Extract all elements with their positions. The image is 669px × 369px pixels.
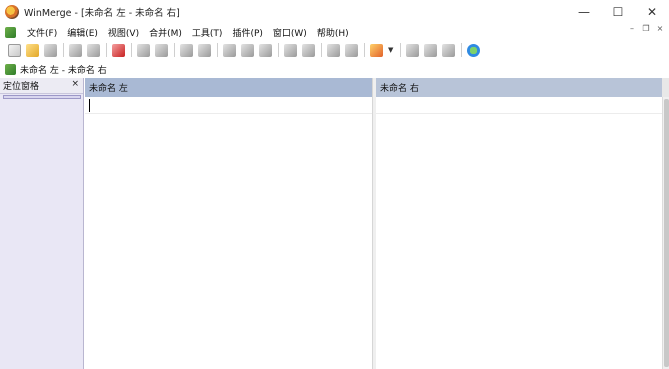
toolbar-separator [364, 43, 365, 57]
minimize-button[interactable]: — [567, 0, 601, 24]
toolbar-separator [106, 43, 107, 57]
mdi-restore-button[interactable]: ❐ [639, 24, 653, 33]
toolbar: ▼ [0, 40, 669, 60]
menu-file[interactable]: 文件(F) [22, 26, 62, 39]
copy-left-advance-icon[interactable] [302, 43, 315, 57]
scrollbar-header-filler [662, 78, 669, 97]
toolbar-separator [321, 43, 322, 57]
document-tab-bar: 未命名 左 - 未命名 右 [0, 60, 669, 78]
right-pane-icon[interactable] [424, 43, 438, 57]
toolbar-separator [217, 43, 218, 57]
location-pane: 定位窗格 × [0, 78, 84, 369]
menu-help[interactable]: 帮助(H) [312, 26, 354, 39]
right-pane-header: 未命名 右 [376, 78, 662, 97]
menu-edit[interactable]: 编辑(E) [62, 26, 103, 39]
mdi-close-button[interactable]: × [653, 24, 667, 33]
undo-icon[interactable] [69, 43, 82, 57]
menu-window[interactable]: 窗口(W) [268, 26, 312, 39]
both-panes-icon[interactable] [442, 43, 456, 57]
left-pane-line[interactable] [85, 97, 372, 114]
mdi-minimize-button[interactable]: – [625, 24, 639, 33]
redo-icon[interactable] [87, 43, 100, 57]
copy-right-advance-icon[interactable] [284, 43, 297, 57]
toolbar-separator [174, 43, 175, 57]
winmerge-app-icon [5, 5, 19, 19]
close-button[interactable]: ✕ [635, 0, 669, 24]
mdi-controls: – ❐ × [625, 24, 667, 33]
menu-plugins[interactable]: 插件(P) [227, 26, 267, 39]
right-pane-line[interactable] [376, 97, 662, 114]
title-bar: WinMerge - [未命名 左 - 未命名 右] — ☐ ✕ [0, 0, 669, 24]
options-dropdown-arrow[interactable]: ▼ [388, 46, 393, 54]
document-tab-icon [5, 63, 16, 75]
location-pane-title: 定位窗格 [3, 82, 40, 92]
window-controls: — ☐ ✕ [567, 0, 669, 24]
options-icon[interactable] [370, 43, 383, 57]
last-diff-icon[interactable] [198, 43, 211, 57]
toolbar-separator [131, 43, 132, 57]
save-icon[interactable] [44, 43, 57, 57]
prev-diff-icon[interactable] [155, 43, 168, 57]
menu-tools[interactable]: 工具(T) [187, 26, 228, 39]
next-diff-icon[interactable] [137, 43, 150, 57]
toolbar-separator [461, 43, 463, 57]
menu-view[interactable]: 视图(V) [103, 26, 144, 39]
location-pane-close-button[interactable]: × [71, 79, 79, 89]
refresh-icon[interactable] [467, 43, 481, 57]
toolbar-separator [278, 43, 279, 57]
new-document-icon[interactable] [8, 43, 21, 57]
copy-to-left-icon[interactable] [259, 43, 272, 57]
left-pane-icon[interactable] [406, 43, 420, 57]
scrollbar-thumb[interactable] [664, 99, 669, 367]
highlight-icon[interactable] [112, 43, 125, 57]
toolbar-separator [63, 43, 64, 57]
all-left-icon[interactable] [345, 43, 358, 57]
right-diff-pane[interactable]: 未命名 右 [376, 78, 662, 369]
location-pane-header: 定位窗格 × [0, 78, 83, 94]
maximize-button[interactable]: ☐ [601, 0, 635, 24]
current-diff-icon[interactable] [223, 43, 236, 57]
toolbar-separator [400, 43, 402, 57]
all-right-icon[interactable] [327, 43, 340, 57]
document-system-menu-icon[interactable] [5, 26, 16, 38]
first-diff-icon[interactable] [180, 43, 193, 57]
copy-to-right-icon[interactable] [241, 43, 254, 57]
left-diff-pane[interactable]: 未命名 左 [85, 78, 373, 369]
document-tab-label[interactable]: 未命名 左 - 未命名 右 [20, 63, 107, 76]
location-viewport-bar[interactable] [3, 95, 81, 99]
text-caret [89, 99, 90, 112]
menu-bar: 文件(F) 编辑(E) 视图(V) 合并(M) 工具(T) 插件(P) 窗口(W… [0, 24, 669, 40]
left-pane-header: 未命名 左 [85, 78, 372, 97]
menu-merge[interactable]: 合并(M) [144, 26, 187, 39]
vertical-scrollbar[interactable] [662, 97, 669, 369]
window-title: WinMerge - [未命名 左 - 未命名 右] [24, 8, 180, 19]
open-folder-icon[interactable] [26, 43, 39, 57]
